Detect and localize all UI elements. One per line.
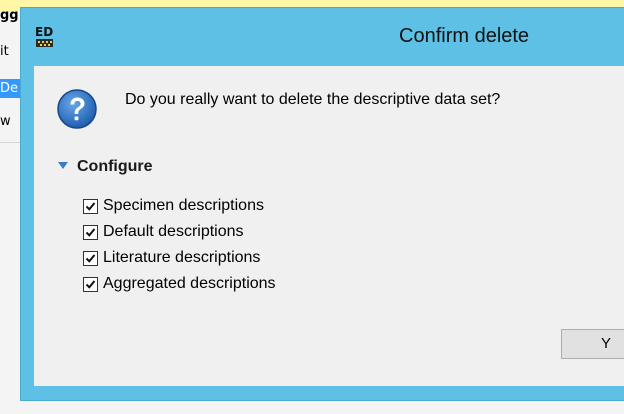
question-icon	[56, 88, 98, 130]
confirm-button[interactable]: Y	[561, 329, 624, 359]
option-specimen-descriptions[interactable]: Specimen descriptions	[83, 193, 276, 219]
configure-section-toggle[interactable]: Configure	[58, 158, 153, 176]
dialog-content: Do you really want to delete the descrip…	[34, 66, 624, 386]
checkbox-aggregated-descriptions[interactable]	[83, 276, 98, 292]
background-text-fragment: it	[0, 44, 9, 59]
option-default-descriptions[interactable]: Default descriptions	[83, 219, 276, 245]
option-label: Aggregated descriptions	[103, 275, 276, 292]
confirmation-message: Do you really want to delete the descrip…	[125, 91, 501, 108]
background-text-fragment: gg	[0, 8, 19, 23]
section-label: Configure	[77, 158, 153, 175]
background-selected-item[interactable]: De	[0, 79, 20, 98]
check-icon	[85, 201, 96, 211]
option-label: Default descriptions	[103, 223, 244, 240]
option-literature-descriptions[interactable]: Literature descriptions	[83, 245, 276, 271]
triangle-down-icon[interactable]	[58, 161, 68, 169]
checkbox-default-descriptions[interactable]	[83, 224, 98, 240]
dialog-title-bar[interactable]: ED Confirm delete	[21, 8, 624, 66]
dialog-title: Confirm delete	[399, 25, 530, 47]
check-icon	[85, 253, 96, 263]
background-text-fragment: w	[0, 114, 11, 129]
app-icon-label: ED	[35, 25, 53, 39]
option-label: Literature descriptions	[103, 249, 261, 266]
options-list: Specimen descriptions Default descriptio…	[83, 193, 276, 297]
option-label: Specimen descriptions	[103, 197, 264, 214]
app-ed-icon: ED	[34, 23, 56, 49]
checkbox-literature-descriptions[interactable]	[83, 250, 98, 266]
option-aggregated-descriptions[interactable]: Aggregated descriptions	[83, 271, 276, 297]
check-icon	[85, 279, 96, 289]
check-icon	[85, 227, 96, 237]
confirm-delete-dialog: ED Confirm delete Do you really want to …	[21, 8, 624, 400]
checkbox-specimen-descriptions[interactable]	[83, 198, 98, 214]
